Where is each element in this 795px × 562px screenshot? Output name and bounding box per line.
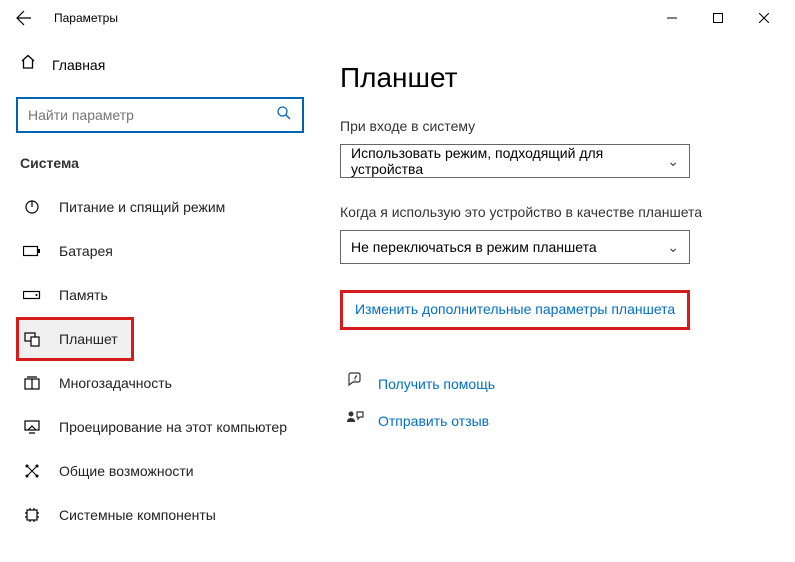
sidebar-item-shared[interactable]: Общие возможности: [16, 449, 304, 493]
sidebar-item-projecting[interactable]: Проецирование на этот компьютер: [16, 405, 304, 449]
sidebar-item-storage[interactable]: Память: [16, 273, 304, 317]
help-icon: [346, 372, 364, 395]
minimize-icon: [667, 13, 677, 23]
close-button[interactable]: [741, 2, 787, 34]
arrow-left-icon: [16, 10, 32, 26]
maximize-button[interactable]: [695, 2, 741, 34]
page-title: Планшет: [340, 62, 765, 94]
window-title: Параметры: [54, 11, 118, 25]
titlebar: Параметры: [0, 0, 795, 36]
sidebar-item-multitasking[interactable]: Многозадачность: [16, 361, 304, 405]
tablet-mode-dropdown[interactable]: Не переключаться в режим планшета ⌄: [340, 230, 690, 264]
search-box[interactable]: [16, 97, 304, 133]
sidebar-item-label: Планшет: [59, 331, 118, 347]
extra-tablet-settings-highlight: Изменить дополнительные параметры планше…: [340, 290, 690, 330]
multitasking-icon: [23, 375, 41, 391]
sidebar-item-label: Проецирование на этот компьютер: [59, 419, 287, 435]
home-icon: [20, 54, 36, 75]
sidebar-item-power[interactable]: Питание и спящий режим: [16, 185, 304, 229]
sidebar-section-header: Система: [16, 155, 304, 171]
window-controls: [649, 2, 787, 34]
sidebar-item-label: Общие возможности: [59, 463, 194, 479]
get-help-row[interactable]: Получить помощь: [340, 372, 765, 395]
tablet-icon: [23, 331, 41, 347]
sidebar-item-label: Батарея: [59, 243, 113, 259]
components-icon: [23, 507, 41, 523]
power-icon: [23, 199, 41, 215]
search-icon: [276, 105, 292, 126]
sidebar: Главная Система Питание и спящий режим Б…: [0, 36, 320, 562]
chevron-down-icon: ⌄: [667, 239, 679, 256]
signin-label: При входе в систему: [340, 118, 765, 134]
feedback-icon: [346, 409, 364, 432]
signin-dropdown-value: Использовать режим, подходящий для устро…: [351, 145, 667, 177]
close-icon: [759, 13, 769, 23]
sidebar-item-components[interactable]: Системные компоненты: [16, 493, 304, 537]
extra-tablet-settings-link[interactable]: Изменить дополнительные параметры планше…: [355, 301, 675, 317]
battery-icon: [23, 245, 41, 257]
signin-dropdown[interactable]: Использовать режим, подходящий для устро…: [340, 144, 690, 178]
tablet-dropdown-value: Не переключаться в режим планшета: [351, 239, 597, 255]
sidebar-home[interactable]: Главная: [16, 46, 304, 83]
back-button[interactable]: [8, 2, 40, 34]
feedback-row[interactable]: Отправить отзыв: [340, 409, 765, 432]
shared-icon: [23, 463, 41, 479]
get-help-link[interactable]: Получить помощь: [378, 376, 495, 392]
sidebar-home-label: Главная: [52, 57, 105, 73]
maximize-icon: [713, 13, 723, 23]
sidebar-item-label: Питание и спящий режим: [59, 199, 225, 215]
chevron-down-icon: ⌄: [667, 153, 679, 170]
sidebar-item-label: Память: [59, 287, 108, 303]
sidebar-item-label: Системные компоненты: [59, 507, 216, 523]
sidebar-item-battery[interactable]: Батарея: [16, 229, 304, 273]
sidebar-item-label: Многозадачность: [59, 375, 172, 391]
tablet-mode-label: Когда я использую это устройство в качес…: [340, 204, 765, 220]
storage-icon: [23, 289, 41, 301]
feedback-link[interactable]: Отправить отзыв: [378, 413, 489, 429]
projecting-icon: [23, 419, 41, 435]
main-content: Планшет При входе в систему Использовать…: [320, 36, 795, 562]
minimize-button[interactable]: [649, 2, 695, 34]
search-input[interactable]: [28, 107, 276, 123]
sidebar-item-tablet[interactable]: Планшет: [16, 317, 134, 361]
